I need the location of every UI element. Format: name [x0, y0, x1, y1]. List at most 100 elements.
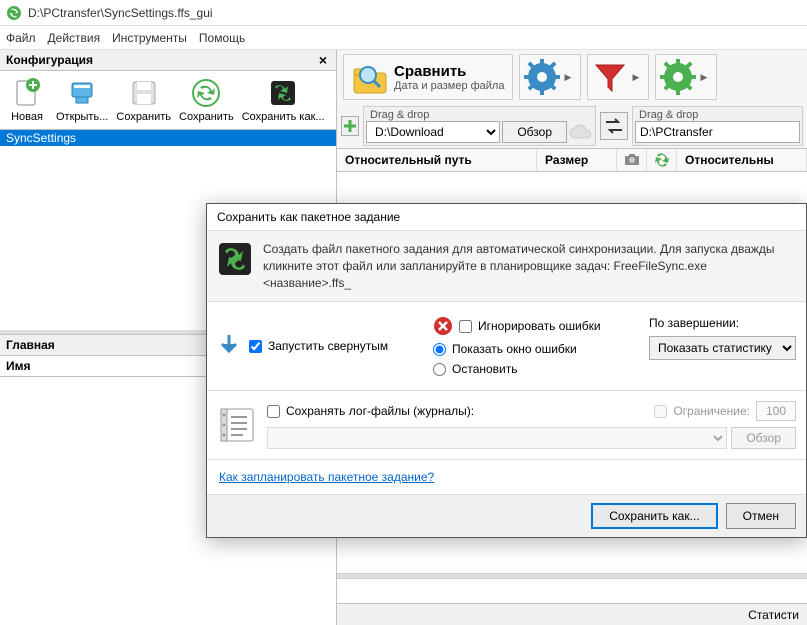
dialog-body: Запустить свернутым Игнорировать ошибки …	[207, 302, 806, 391]
open-label: Открыть...	[56, 111, 108, 123]
ignore-errors-input[interactable]	[459, 320, 472, 333]
col-relative-path-right[interactable]: Относительны	[677, 149, 807, 171]
save-icon	[128, 77, 160, 109]
dialog-info-text: Создать файл пакетного задания для автом…	[263, 241, 796, 291]
ignore-errors-label: Игнорировать ошибки	[478, 319, 601, 333]
save-button[interactable]: Сохранить	[112, 75, 175, 125]
statusbar: Статисти	[337, 603, 807, 625]
add-pair-button[interactable]	[341, 116, 359, 136]
error-icon	[433, 316, 453, 336]
new-label: Новая	[11, 111, 43, 123]
right-path-input[interactable]	[635, 121, 800, 143]
limit-checkbox: Ограничение:	[654, 401, 796, 421]
compare-icon	[352, 59, 388, 95]
cancel-button[interactable]: Отмен	[726, 503, 796, 529]
save-as-sync-button[interactable]: Сохранить	[175, 75, 238, 125]
stop-input[interactable]	[433, 363, 446, 376]
run-minimized-input[interactable]	[249, 340, 262, 353]
menu-file[interactable]: Файл	[6, 31, 36, 45]
show-error-label: Показать окно ошибки	[452, 342, 577, 356]
path-row: Drag & drop D:\Download Обзор Drag & dro…	[337, 104, 807, 148]
new-icon	[11, 77, 43, 109]
save-as-batch-button[interactable]: Сохранить как...	[238, 75, 329, 125]
menu-actions[interactable]: Действия	[48, 31, 101, 45]
col-camera-icon[interactable]	[617, 149, 647, 171]
log-icon	[217, 405, 257, 445]
save-logs-checkbox[interactable]: Сохранять лог-файлы (журналы):	[267, 404, 474, 418]
dialog-title: Сохранить как пакетное задание	[207, 204, 806, 231]
stop-radio[interactable]: Остановить	[433, 362, 633, 376]
col-size[interactable]: Размер	[537, 149, 617, 171]
filter-icon	[592, 59, 628, 95]
limit-input-check	[654, 405, 667, 418]
chevron-right-icon: ▶	[564, 72, 576, 83]
titlebar: D:\PCtransfer\SyncSettings.ffs_gui	[0, 0, 807, 26]
ignore-errors-checkbox[interactable]: Игнорировать ошибки	[459, 319, 601, 333]
show-error-radio[interactable]: Показать окно ошибки	[433, 342, 633, 356]
grid-header: Относительный путь Размер Относительны	[337, 148, 807, 172]
right-path-group: Drag & drop	[632, 106, 803, 146]
app-icon	[6, 5, 22, 21]
dialog-help-link-row: Как запланировать пакетное задание?	[207, 460, 806, 494]
compare-title: Сравнить	[394, 63, 504, 80]
stop-label: Остановить	[452, 362, 518, 376]
dialog-footer: Сохранить как... Отмен	[207, 494, 806, 537]
save-logs-label: Сохранять лог-файлы (журналы):	[286, 404, 474, 418]
save-as-batch-icon	[267, 77, 299, 109]
left-browse-button[interactable]: Обзор	[502, 121, 567, 143]
menubar: Файл Действия Инструменты Помощь	[0, 26, 807, 50]
dialog-log-section: Сохранять лог-файлы (журналы): Ограничен…	[207, 391, 806, 460]
window-title: D:\PCtransfer\SyncSettings.ffs_gui	[28, 6, 213, 20]
menu-help[interactable]: Помощь	[199, 31, 245, 45]
col-relative-path[interactable]: Относительный путь	[337, 149, 537, 171]
save-as-button[interactable]: Сохранить как...	[591, 503, 717, 529]
save-batch-dialog: Сохранить как пакетное задание Создать ф…	[206, 203, 807, 538]
main-toolbar: Сравнить Дата и размер файла ▶ ▶	[337, 50, 807, 104]
save-as-sync-label: Сохранить	[179, 111, 234, 123]
log-browse-button: Обзор	[731, 427, 796, 449]
drag-label-right: Drag & drop	[635, 109, 800, 121]
open-button[interactable]: Открыть...	[52, 75, 112, 125]
filter-button[interactable]: ▶	[587, 54, 649, 100]
batch-icon	[217, 241, 253, 277]
new-button[interactable]: Новая	[2, 75, 52, 125]
bottom-grid	[337, 579, 807, 603]
swap-button[interactable]	[600, 112, 628, 140]
statistics-label: Статисти	[748, 608, 799, 622]
limit-label: Ограничение:	[673, 404, 750, 418]
limit-value-input	[756, 401, 796, 421]
compare-button[interactable]: Сравнить Дата и размер файла	[343, 54, 513, 100]
menu-tools[interactable]: Инструменты	[112, 31, 187, 45]
on-complete-select[interactable]: Показать статистику	[649, 336, 796, 360]
on-complete-label: По завершении:	[649, 316, 796, 330]
save-as-batch-label: Сохранить как...	[242, 111, 325, 123]
col-sync-icon[interactable]	[647, 149, 677, 171]
cloud-icon[interactable]	[569, 121, 593, 143]
config-item[interactable]: SyncSettings	[0, 130, 336, 146]
save-as-sync-icon	[190, 77, 222, 109]
run-minimized-checkbox[interactable]: Запустить свернутым	[249, 339, 388, 353]
log-path-select	[267, 427, 727, 449]
sync-settings-button[interactable]: ▶	[655, 54, 717, 100]
save-label: Сохранить	[116, 111, 171, 123]
gear-blue-icon	[524, 59, 560, 95]
show-error-input[interactable]	[433, 343, 446, 356]
close-icon[interactable]: ×	[316, 53, 330, 67]
save-logs-input[interactable]	[267, 405, 280, 418]
gear-green-icon	[660, 59, 696, 95]
chevron-right-icon: ▶	[700, 72, 712, 83]
left-path-input[interactable]: D:\Download	[366, 121, 500, 143]
chevron-right-icon: ▶	[632, 72, 644, 83]
drag-label-left: Drag & drop	[366, 109, 593, 121]
compare-subtitle: Дата и размер файла	[394, 80, 504, 92]
dialog-info-bar: Создать файл пакетного задания для автом…	[207, 231, 806, 302]
arrow-down-icon	[217, 333, 241, 360]
schedule-help-link[interactable]: Как запланировать пакетное задание?	[219, 470, 434, 484]
run-minimized-label: Запустить свернутым	[268, 339, 388, 353]
left-path-group: Drag & drop D:\Download Обзор	[363, 106, 596, 146]
compare-settings-button[interactable]: ▶	[519, 54, 581, 100]
config-toolbar: Новая Открыть... Сохранить Сохранить	[0, 71, 336, 130]
config-header-label: Конфигурация	[6, 53, 93, 67]
open-icon	[66, 77, 98, 109]
config-panel-header: Конфигурация ×	[0, 50, 336, 71]
